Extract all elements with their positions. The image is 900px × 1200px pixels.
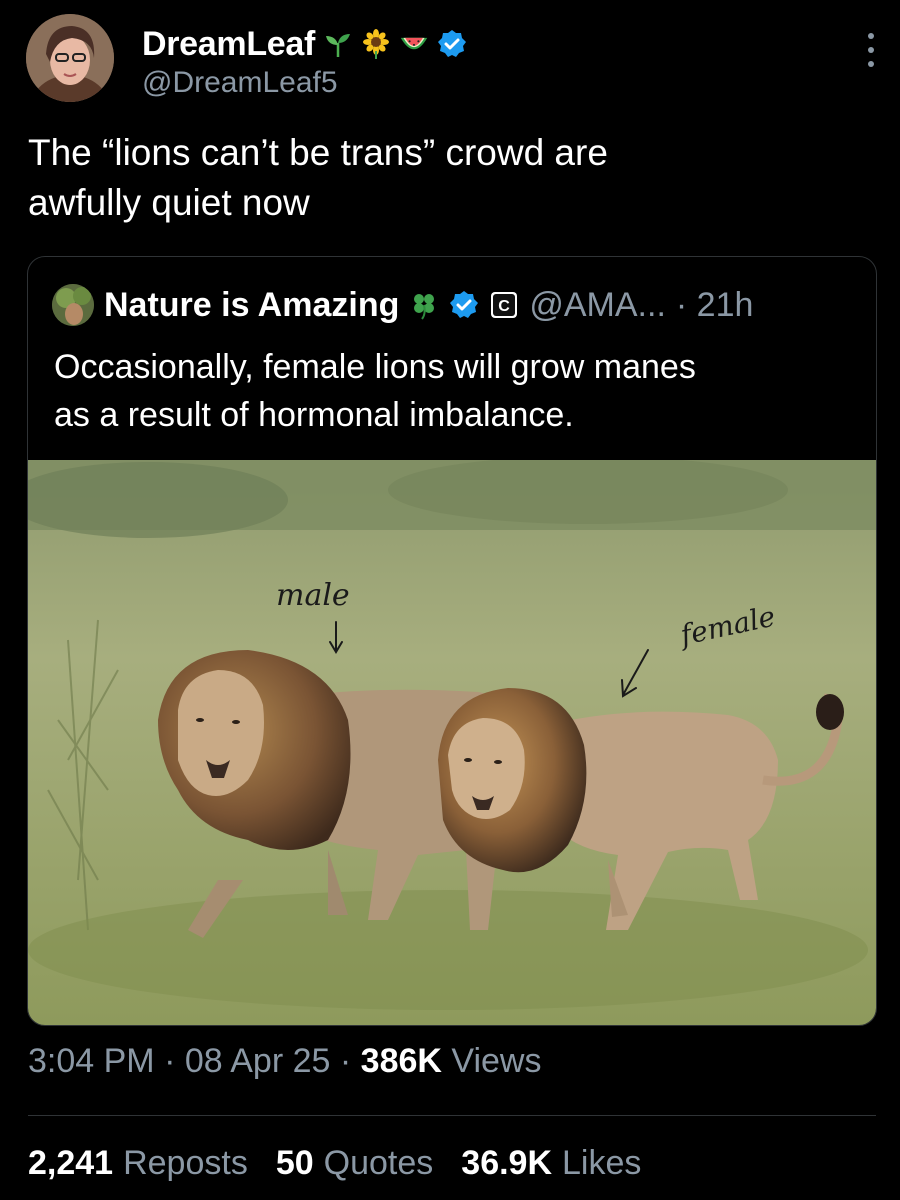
tweet-time[interactable]: 3:04 PM — [28, 1042, 155, 1080]
views-count: 386K — [360, 1042, 442, 1080]
quoted-tweet-header: Nature is Amazing C @AMA... · 21h — [52, 283, 753, 327]
reposts-label: Reposts — [123, 1144, 248, 1182]
author-name-row: DreamLeaf — [142, 22, 467, 66]
quoted-time[interactable]: · 21h — [676, 286, 754, 325]
likes-count: 36.9K — [461, 1144, 553, 1182]
affiliate-badge-icon: C — [491, 292, 518, 318]
tweet-date[interactable]: 08 Apr 25 — [185, 1042, 331, 1080]
more-options-icon[interactable] — [866, 30, 876, 70]
meta-separator: · — [164, 1042, 176, 1080]
svg-text:male: male — [276, 578, 350, 613]
watermelon-icon — [400, 37, 428, 50]
views-label: Views — [451, 1042, 542, 1080]
reposts-count: 2,241 — [28, 1144, 114, 1182]
reposts-stat[interactable]: 2,241 Reposts — [28, 1144, 248, 1183]
author-display-name[interactable]: DreamLeaf — [142, 25, 315, 64]
quotes-label: Quotes — [323, 1144, 434, 1182]
quoted-tweet-text: Occasionally, female lions will grow man… — [54, 343, 854, 439]
likes-stat[interactable]: 36.9K Likes — [461, 1144, 641, 1183]
four-leaf-clover-icon — [414, 294, 435, 320]
sunflower-icon — [363, 29, 390, 59]
quoted-photo[interactable]: male female — [28, 456, 876, 1025]
avatar[interactable] — [26, 14, 114, 102]
quoted-display-name[interactable]: Nature is Amazing — [104, 286, 399, 325]
tweet-header: DreamLeaf @DreamLeaf5 — [26, 14, 876, 104]
quoted-avatar[interactable] — [52, 284, 94, 326]
engagement-stats: 2,241 Reposts 50 Quotes 36.9K Likes — [28, 1144, 641, 1183]
likes-label: Likes — [562, 1144, 642, 1182]
verified-badge-icon — [450, 291, 479, 318]
seedling-icon — [326, 34, 351, 57]
tweet-text-line: The “lions can’t be trans” crowd are — [28, 132, 608, 173]
meta-separator: · — [339, 1042, 352, 1080]
tweet-meta: 3:04 PM · 08 Apr 25 · 386K Views — [28, 1042, 541, 1081]
quoted-text-line: Occasionally, female lions will grow man… — [54, 348, 696, 386]
divider — [28, 1115, 876, 1116]
quoted-tweet-card[interactable]: Nature is Amazing C @AMA... · 21h Occasi… — [27, 256, 877, 1026]
quoted-handle[interactable]: @AMA... — [529, 286, 666, 325]
tweet-text: The “lions can’t be trans” crowd are awf… — [28, 128, 868, 228]
quotes-stat[interactable]: 50 Quotes — [276, 1144, 433, 1183]
quoted-text-line: as a result of hormonal imbalance. — [54, 396, 574, 434]
tweet-text-line: awfully quiet now — [28, 182, 310, 223]
author-handle[interactable]: @DreamLeaf5 — [142, 66, 338, 100]
verified-badge-icon — [438, 30, 467, 57]
quotes-count: 50 — [275, 1144, 314, 1182]
svg-text:C: C — [499, 298, 511, 315]
